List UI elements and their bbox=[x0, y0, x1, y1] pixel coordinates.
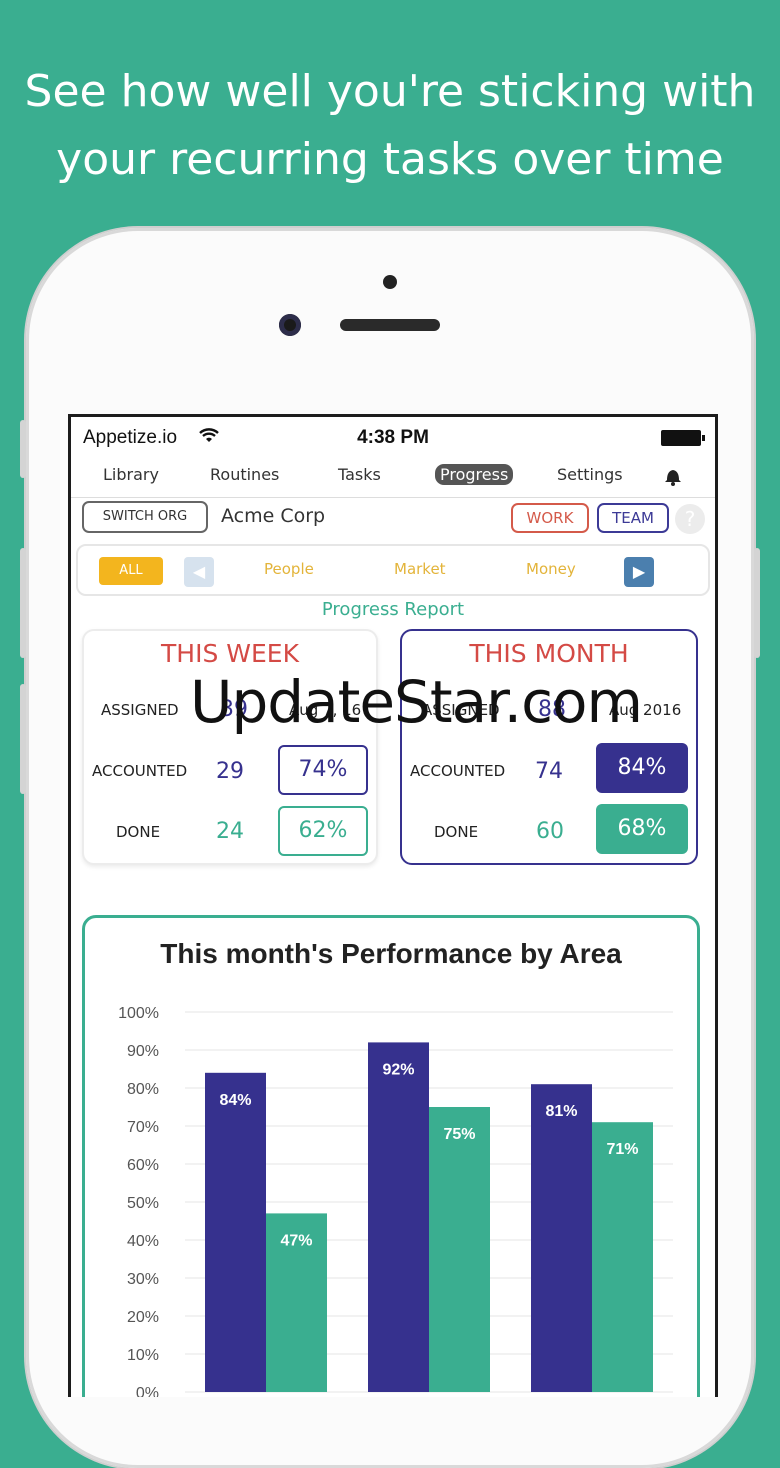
headline-line-2: your recurring tasks over time bbox=[56, 134, 724, 185]
help-button[interactable]: ? bbox=[675, 504, 705, 534]
month-title: THIS MONTH bbox=[469, 639, 629, 668]
org-name: Acme Corp bbox=[221, 505, 326, 527]
this-month-card[interactable]: THIS MONTH ASSIGNED 88 Aug 2016 ACCOUNTE… bbox=[400, 629, 698, 865]
bell-icon[interactable] bbox=[663, 465, 683, 487]
y-tick-label: 70% bbox=[127, 1119, 159, 1136]
month-accounted-percent: 84% bbox=[596, 743, 688, 793]
bar-data-label: 84% bbox=[219, 1092, 251, 1109]
headline: See how well you're sticking with your r… bbox=[0, 58, 780, 194]
battery-icon bbox=[661, 430, 705, 446]
week-accounted-percent: 74% bbox=[278, 745, 368, 795]
month-accounted-value: 74 bbox=[535, 759, 563, 784]
bar-data-label: 92% bbox=[382, 1061, 414, 1078]
bar bbox=[429, 1107, 490, 1392]
y-tick-label: 40% bbox=[127, 1233, 159, 1250]
filter-people[interactable]: People bbox=[264, 560, 314, 578]
bar-data-label: 47% bbox=[280, 1232, 312, 1249]
nav-tasks[interactable]: Tasks bbox=[338, 465, 381, 484]
y-tick-label: 60% bbox=[127, 1157, 159, 1174]
proximity-sensor bbox=[383, 275, 397, 289]
week-title: THIS WEEK bbox=[161, 639, 299, 668]
app-screen: Appetize.io 4:38 PM Library Routines Tas… bbox=[68, 414, 718, 1397]
watermark: UpdateStar.com bbox=[190, 668, 643, 736]
week-accounted-value: 29 bbox=[216, 759, 244, 784]
status-bar: Appetize.io 4:38 PM bbox=[71, 417, 715, 455]
org-bar: SWITCH ORG Acme Corp WORK TEAM ? bbox=[71, 498, 715, 542]
week-done-label: DONE bbox=[116, 823, 161, 841]
y-tick-label: 20% bbox=[127, 1309, 159, 1326]
week-done-percent: 62% bbox=[278, 806, 368, 856]
report-title: Progress Report bbox=[321, 599, 465, 620]
y-tick-label: 80% bbox=[127, 1081, 159, 1098]
month-done-percent: 68% bbox=[596, 804, 688, 854]
y-tick-label: 90% bbox=[127, 1043, 159, 1060]
right-arrow-icon[interactable]: ▶ bbox=[624, 557, 654, 587]
performance-chart-card: This month's Performance by Area 0% 10% 20… bbox=[82, 915, 700, 1397]
front-camera bbox=[279, 314, 301, 336]
nav-routines[interactable]: Routines bbox=[210, 465, 279, 484]
phone-side-button bbox=[20, 420, 26, 478]
nav-settings[interactable]: Settings bbox=[557, 465, 623, 484]
phone-volume-down bbox=[20, 684, 26, 794]
headline-line-1: See how well you're sticking with bbox=[24, 66, 756, 117]
left-arrow-icon[interactable]: ◀ bbox=[184, 557, 214, 587]
month-done-value: 60 bbox=[536, 819, 564, 844]
bar-data-label: 81% bbox=[545, 1103, 577, 1120]
week-accounted-label: ACCOUNTED bbox=[92, 762, 188, 780]
bar bbox=[592, 1122, 653, 1392]
month-done-label: DONE bbox=[434, 823, 479, 841]
month-accounted-label: ACCOUNTED bbox=[410, 762, 506, 780]
team-button[interactable]: TEAM bbox=[597, 503, 669, 533]
performance-bar-chart: 0%10%20%30%40%50%60%70%80%90%100%84%92%8… bbox=[118, 1005, 673, 1397]
top-nav: Library Routines Tasks Progress Settings bbox=[71, 455, 715, 498]
nav-library[interactable]: Library bbox=[103, 465, 159, 484]
bar bbox=[368, 1042, 429, 1392]
filter-money[interactable]: Money bbox=[526, 560, 576, 578]
y-tick-label: 30% bbox=[127, 1271, 159, 1288]
status-time: 4:38 PM bbox=[357, 427, 429, 448]
bar-data-label: 75% bbox=[443, 1126, 475, 1143]
bar-data-label: 71% bbox=[606, 1141, 638, 1158]
week-done-value: 24 bbox=[216, 819, 244, 844]
y-tick-label: 100% bbox=[118, 1005, 159, 1022]
nav-progress[interactable]: Progress bbox=[435, 464, 514, 485]
phone-power-button bbox=[754, 548, 760, 658]
y-tick-label: 50% bbox=[127, 1195, 159, 1212]
filter-all-button[interactable]: ALL bbox=[99, 557, 163, 585]
area-filter-bar: ALL ◀ People Market Money ▶ bbox=[76, 544, 710, 596]
switch-org-button[interactable]: SWITCH ORG bbox=[82, 501, 208, 533]
y-tick-label: 10% bbox=[127, 1347, 159, 1364]
filter-market[interactable]: Market bbox=[394, 560, 446, 578]
phone-volume-up bbox=[20, 548, 26, 658]
bar bbox=[205, 1072, 266, 1392]
this-week-card[interactable]: THIS WEEK ASSIGNED 39 Aug 7, 16 ACCOUNTE… bbox=[82, 629, 378, 865]
bar bbox=[531, 1084, 592, 1392]
earpiece-speaker bbox=[340, 319, 440, 331]
week-assigned-label: ASSIGNED bbox=[101, 701, 179, 719]
work-button[interactable]: WORK bbox=[511, 503, 589, 533]
